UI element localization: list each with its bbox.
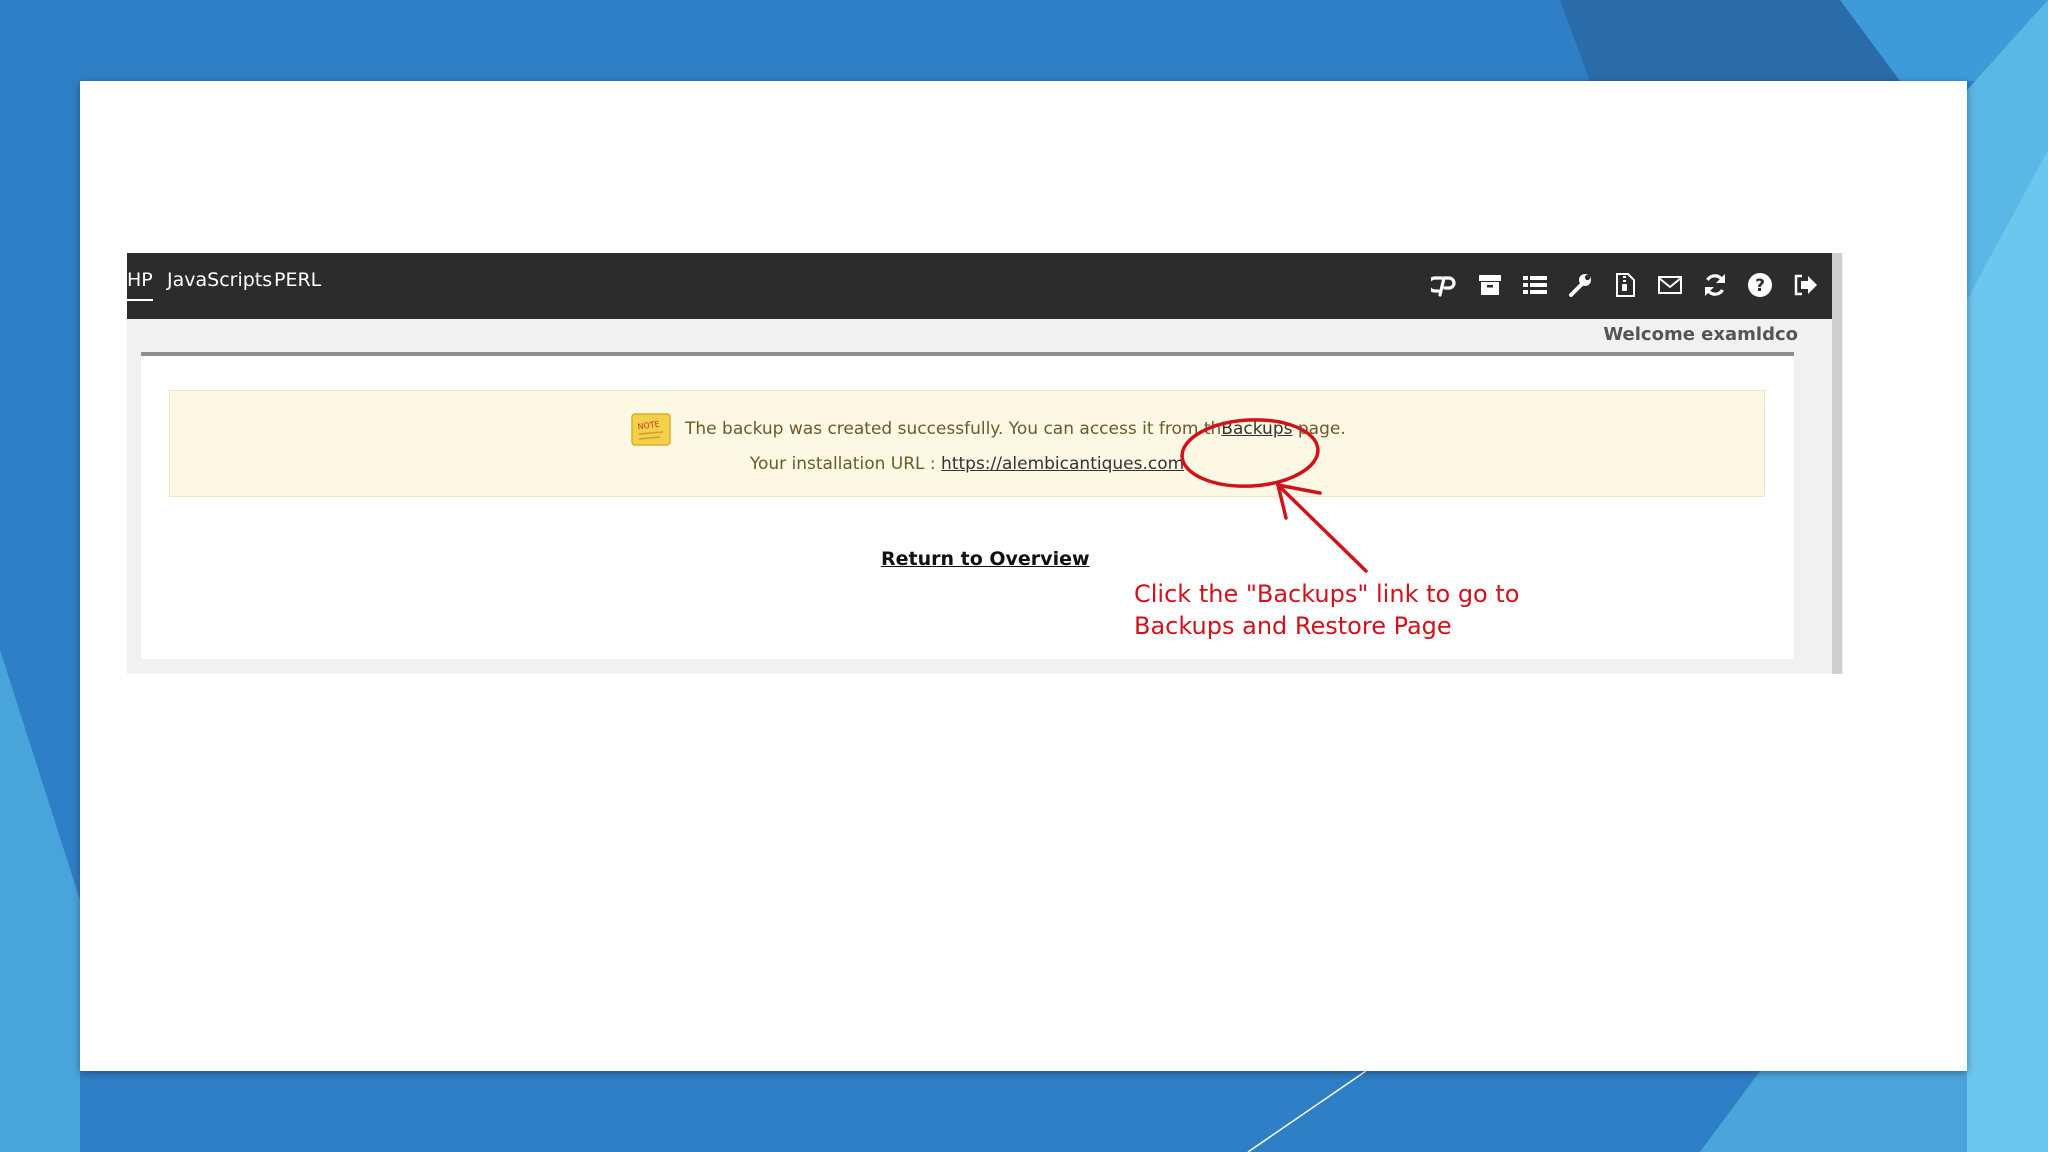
navbar-icons: ?: [1417, 267, 1822, 303]
logout-icon[interactable]: [1788, 268, 1822, 302]
cpanel-screenshot: HP JavaScripts PERL ? Welcome examldco N…: [127, 253, 1843, 674]
success-message: The backup was created successfully. You…: [685, 419, 1346, 439]
tab-php[interactable]: HP: [127, 269, 153, 301]
installation-url-line: Your installation URL : https://alembica…: [170, 454, 1764, 474]
annotation-line-2: Backups and Restore Page: [1134, 612, 1452, 640]
list-icon[interactable]: [1518, 268, 1552, 302]
tab-perl[interactable]: PERL: [274, 269, 321, 291]
slide: HP JavaScripts PERL ? Welcome examldco N…: [80, 81, 1967, 1071]
installation-url-link[interactable]: https://alembicantiques.com: [941, 454, 1184, 474]
sticky-note-icon: NOTE: [631, 413, 671, 446]
svg-text:?: ?: [1755, 276, 1765, 296]
top-navbar: HP JavaScripts PERL ?: [127, 253, 1832, 319]
annotation-line-1: Click the "Backups" link to go to: [1134, 580, 1520, 608]
vertical-scrollbar[interactable]: [1832, 253, 1842, 674]
refresh-icon[interactable]: [1698, 268, 1732, 302]
tab-javascripts[interactable]: JavaScripts: [167, 269, 272, 291]
file-zip-icon[interactable]: [1608, 268, 1642, 302]
backups-link[interactable]: Backups: [1221, 419, 1292, 439]
cpanel-logo-icon[interactable]: [1428, 268, 1462, 302]
success-message-prefix: The backup was created successfully. You…: [685, 419, 1222, 439]
success-note: NOTE The backup was created successfully…: [169, 390, 1765, 497]
archive-icon[interactable]: [1473, 268, 1507, 302]
annotation-text: Click the "Backups" link to go to Backup…: [1134, 578, 1519, 642]
help-icon[interactable]: ?: [1743, 268, 1777, 302]
return-to-overview-link[interactable]: Return to Overview: [881, 548, 1090, 570]
installation-url-label: Your installation URL :: [749, 454, 942, 474]
success-message-suffix: page.: [1292, 419, 1346, 439]
envelope-icon[interactable]: [1653, 268, 1687, 302]
welcome-text: Welcome examldco: [1603, 324, 1798, 345]
wrench-icon[interactable]: [1563, 268, 1597, 302]
content-panel: NOTE The backup was created successfully…: [141, 356, 1794, 659]
